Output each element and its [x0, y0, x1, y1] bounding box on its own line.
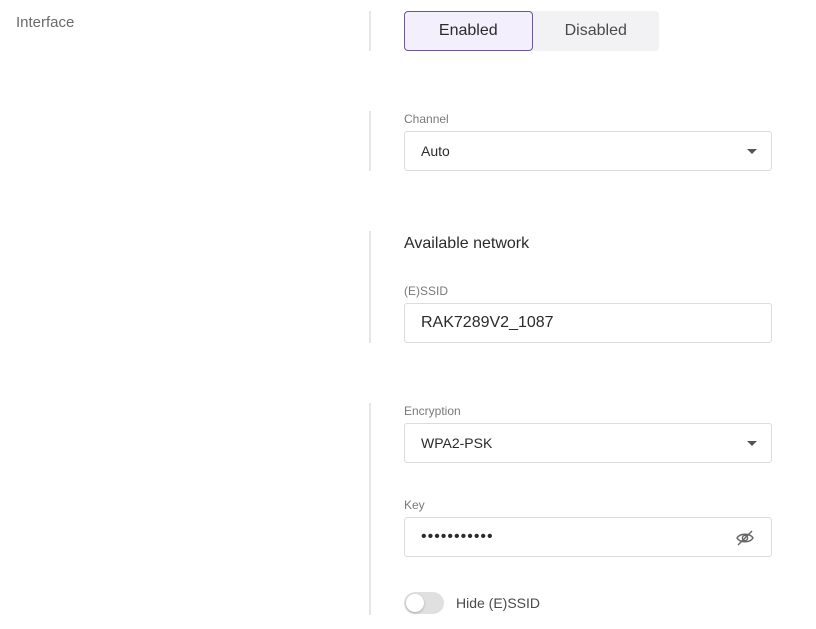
enabled-button[interactable]: Enabled [404, 11, 533, 51]
divider-line [369, 111, 371, 171]
channel-label: Channel [404, 112, 449, 126]
channel-value: Auto [421, 143, 450, 159]
essid-value: RAK7289V2_1087 [421, 314, 554, 331]
divider-line [369, 231, 371, 343]
channel-select[interactable]: Auto [404, 131, 772, 171]
hide-essid-switch[interactable] [404, 592, 444, 614]
interface-toggle-group: Enabled Disabled [404, 11, 659, 51]
essid-input[interactable]: RAK7289V2_1087 [404, 303, 772, 343]
chevron-down-icon [747, 149, 757, 154]
divider-line [369, 11, 371, 51]
key-input[interactable]: ••••••••••• [404, 517, 772, 557]
switch-knob [406, 594, 424, 612]
key-label: Key [404, 498, 425, 512]
available-network-heading: Available network [404, 235, 530, 252]
eye-off-icon[interactable] [735, 529, 755, 547]
key-value: ••••••••••• [421, 528, 494, 545]
disabled-button[interactable]: Disabled [533, 11, 660, 51]
hide-essid-label: Hide (E)SSID [456, 595, 541, 611]
section-label-interface: Interface [16, 14, 75, 31]
encryption-label: Encryption [404, 404, 461, 418]
encryption-select[interactable]: WPA2-PSK [404, 423, 772, 463]
divider-line [369, 403, 371, 615]
chevron-down-icon [747, 441, 757, 446]
essid-label: (E)SSID [404, 284, 449, 298]
encryption-value: WPA2-PSK [421, 435, 493, 451]
